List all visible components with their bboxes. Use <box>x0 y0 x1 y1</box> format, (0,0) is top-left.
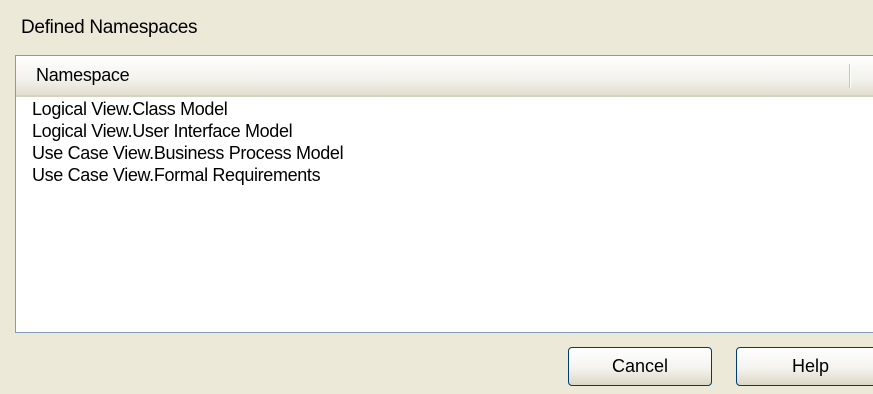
column-divider[interactable] <box>849 64 851 88</box>
column-header-namespace[interactable]: Namespace <box>16 56 850 95</box>
list-rows: Logical View.Class Model Logical View.Us… <box>16 98 873 186</box>
list-item[interactable]: Use Case View.Formal Requirements <box>16 164 873 186</box>
defined-namespaces-label: Defined Namespaces <box>21 17 198 38</box>
namespaces-dialog: Defined Namespaces Namespace Logical Vie… <box>0 0 873 394</box>
list-item[interactable]: Logical View.User Interface Model <box>16 120 873 142</box>
column-header-label: Namespace <box>36 65 130 85</box>
list-item[interactable]: Use Case View.Business Process Model <box>16 142 873 164</box>
namespace-list[interactable]: Namespace Logical View.Class Model Logic… <box>15 55 873 333</box>
list-item[interactable]: Logical View.Class Model <box>16 98 873 120</box>
help-button[interactable]: Help <box>736 347 873 386</box>
list-header: Namespace <box>16 56 873 97</box>
cancel-button[interactable]: Cancel <box>568 347 712 386</box>
